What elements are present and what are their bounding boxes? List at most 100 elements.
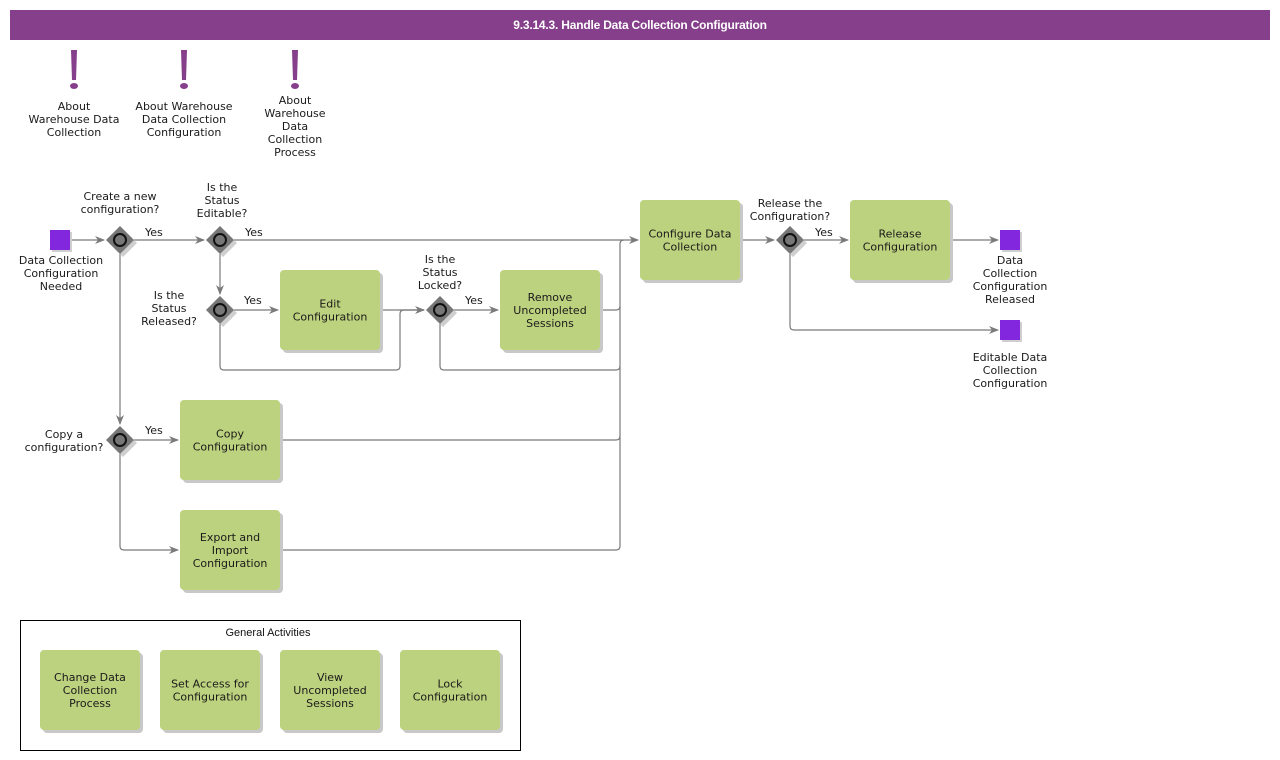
note-label: About Warehouse Data Collection: [29, 100, 120, 139]
text-line: Data Collection: [142, 113, 226, 126]
text-line: Configuration: [193, 441, 268, 454]
gateway-status-editable[interactable]: [206, 226, 237, 257]
text-line: Configuration: [863, 241, 938, 254]
end-event-label: Data Collection Configuration Released: [973, 254, 1048, 306]
text-line: Uncompleted: [293, 684, 366, 697]
text-line: Sessions: [526, 317, 574, 330]
activity-set-access-for-configuration[interactable]: Set Access for Configuration: [160, 650, 263, 733]
exclamation-icon: [70, 50, 78, 89]
flow-label-yes: Yes: [464, 294, 483, 307]
flow-copy-no-to-export: [119, 454, 179, 554]
text-line: Remove: [528, 291, 573, 304]
activity-change-data-collection-process[interactable]: Change Data Collection Process: [40, 650, 143, 733]
gateway-label: Is the Status Released?: [141, 289, 197, 328]
text-line: Change Data: [54, 671, 126, 684]
end-event-released[interactable]: Data Collection Configuration Released: [973, 230, 1048, 306]
gateway-status-locked[interactable]: [426, 296, 457, 327]
text-line: About: [279, 94, 312, 107]
text-line: About Warehouse: [135, 100, 232, 113]
task-edit-configuration[interactable]: Edit Configuration: [280, 270, 383, 353]
flow-label-yes: Yes: [243, 294, 262, 307]
text-line: Release the: [758, 197, 823, 210]
flow-export-to-configure: [280, 436, 621, 551]
text-line: Warehouse Data: [29, 113, 120, 126]
general-activities-group: General Activities Change Data Collection…: [20, 620, 521, 751]
text-line: Collection: [663, 241, 717, 254]
gateway-release[interactable]: [776, 226, 807, 257]
text-line: Released?: [141, 315, 197, 328]
text-line: Configuration: [293, 311, 368, 324]
activity-lock-configuration[interactable]: Lock Configuration: [400, 650, 503, 733]
text-line: About: [58, 100, 91, 113]
text-line: Configuration: [193, 557, 268, 570]
text-line: Data: [282, 120, 308, 133]
task-configure-data-collection[interactable]: Configure Data Collection: [640, 200, 743, 283]
text-line: Configure Data: [648, 228, 731, 241]
note-about-warehouse-data-collection-configuration[interactable]: About Warehouse Data Collection Configurat…: [135, 50, 233, 139]
text-line: Configuration: [147, 126, 222, 139]
note-about-warehouse-data-collection[interactable]: About Warehouse Data Collection: [29, 50, 120, 139]
gateway-label: Copy a configuration?: [25, 428, 104, 454]
text-line: Status: [204, 194, 239, 207]
text-line: configuration?: [81, 203, 160, 216]
text-line: Release: [879, 228, 922, 241]
flow-label-yes: Yes: [814, 226, 833, 239]
text-line: Collection: [983, 267, 1037, 280]
gateway-create-new[interactable]: [106, 226, 137, 257]
process-diagram: About Warehouse Data Collection About Ware…: [19, 50, 1048, 751]
text-line: Is the: [207, 181, 238, 194]
flow-remove-to-configure: [600, 239, 625, 311]
text-line: Editable?: [197, 207, 248, 220]
text-line: Status: [422, 266, 457, 279]
task-copy-configuration[interactable]: Copy Configuration: [180, 400, 283, 483]
text-line: Collection: [268, 133, 322, 146]
gateway-label: Is the Status Editable?: [197, 181, 248, 220]
start-event-label: Data Collection Configuration Needed: [19, 254, 103, 293]
text-line: Export and: [200, 531, 260, 544]
text-line: Uncompleted: [513, 304, 586, 317]
text-line: configuration?: [25, 441, 104, 454]
text-line: Is the: [154, 289, 185, 302]
text-line: Editable Data: [973, 351, 1048, 364]
text-line: Configuration: [24, 267, 99, 280]
text-line: Copy: [216, 428, 244, 441]
note-label: About Warehouse Data Collection Configurat…: [135, 100, 232, 139]
text-line: Set Access for: [171, 678, 249, 691]
flow-label-yes: Yes: [144, 424, 163, 437]
text-line: Process: [69, 697, 111, 710]
text-line: Status: [151, 302, 186, 315]
task-release-configuration[interactable]: Release Configuration: [850, 200, 953, 283]
exclamation-icon: [291, 50, 299, 89]
text-line: Needed: [40, 280, 83, 293]
text-line: Data: [997, 254, 1023, 267]
text-line: Import: [212, 544, 249, 557]
note-about-warehouse-data-collection-process[interactable]: About Warehouse Data Collection Process: [264, 50, 326, 159]
gateway-label: Is the Status Locked?: [418, 253, 462, 292]
text-line: Configuration: [173, 691, 248, 704]
text-line: Edit: [319, 298, 341, 311]
exclamation-icon: [180, 50, 188, 89]
text-line: Collection: [63, 684, 117, 697]
text-line: Configuration?: [750, 210, 831, 223]
text-line: Lock: [437, 678, 463, 691]
text-line: Copy a: [45, 428, 83, 441]
flow-label-yes: Yes: [144, 226, 163, 239]
text-line: Process: [274, 146, 316, 159]
text-line: Configuration: [973, 280, 1048, 293]
text-line: View: [317, 671, 343, 684]
gateway-label: Create a new configuration?: [81, 190, 160, 216]
gateway-copy[interactable]: [106, 426, 137, 457]
gateway-status-released[interactable]: [206, 296, 237, 327]
activity-view-uncompleted-sessions[interactable]: View Uncompleted Sessions: [280, 650, 383, 733]
flow-label-yes: Yes: [244, 226, 263, 239]
task-label: Set Access for Configuration: [171, 678, 249, 704]
end-event-label: Editable Data Collection Configuration: [973, 351, 1048, 390]
text-line: Released: [985, 293, 1035, 306]
text-line: Data Collection: [19, 254, 103, 267]
text-line: Is the: [425, 253, 456, 266]
text-line: Warehouse: [264, 107, 325, 120]
text-line: Sessions: [306, 697, 354, 710]
text-line: Collection: [983, 364, 1037, 377]
task-remove-uncompleted-sessions[interactable]: Remove Uncompleted Sessions: [500, 270, 603, 353]
task-export-import-configuration[interactable]: Export and Import Configuration: [180, 510, 283, 593]
